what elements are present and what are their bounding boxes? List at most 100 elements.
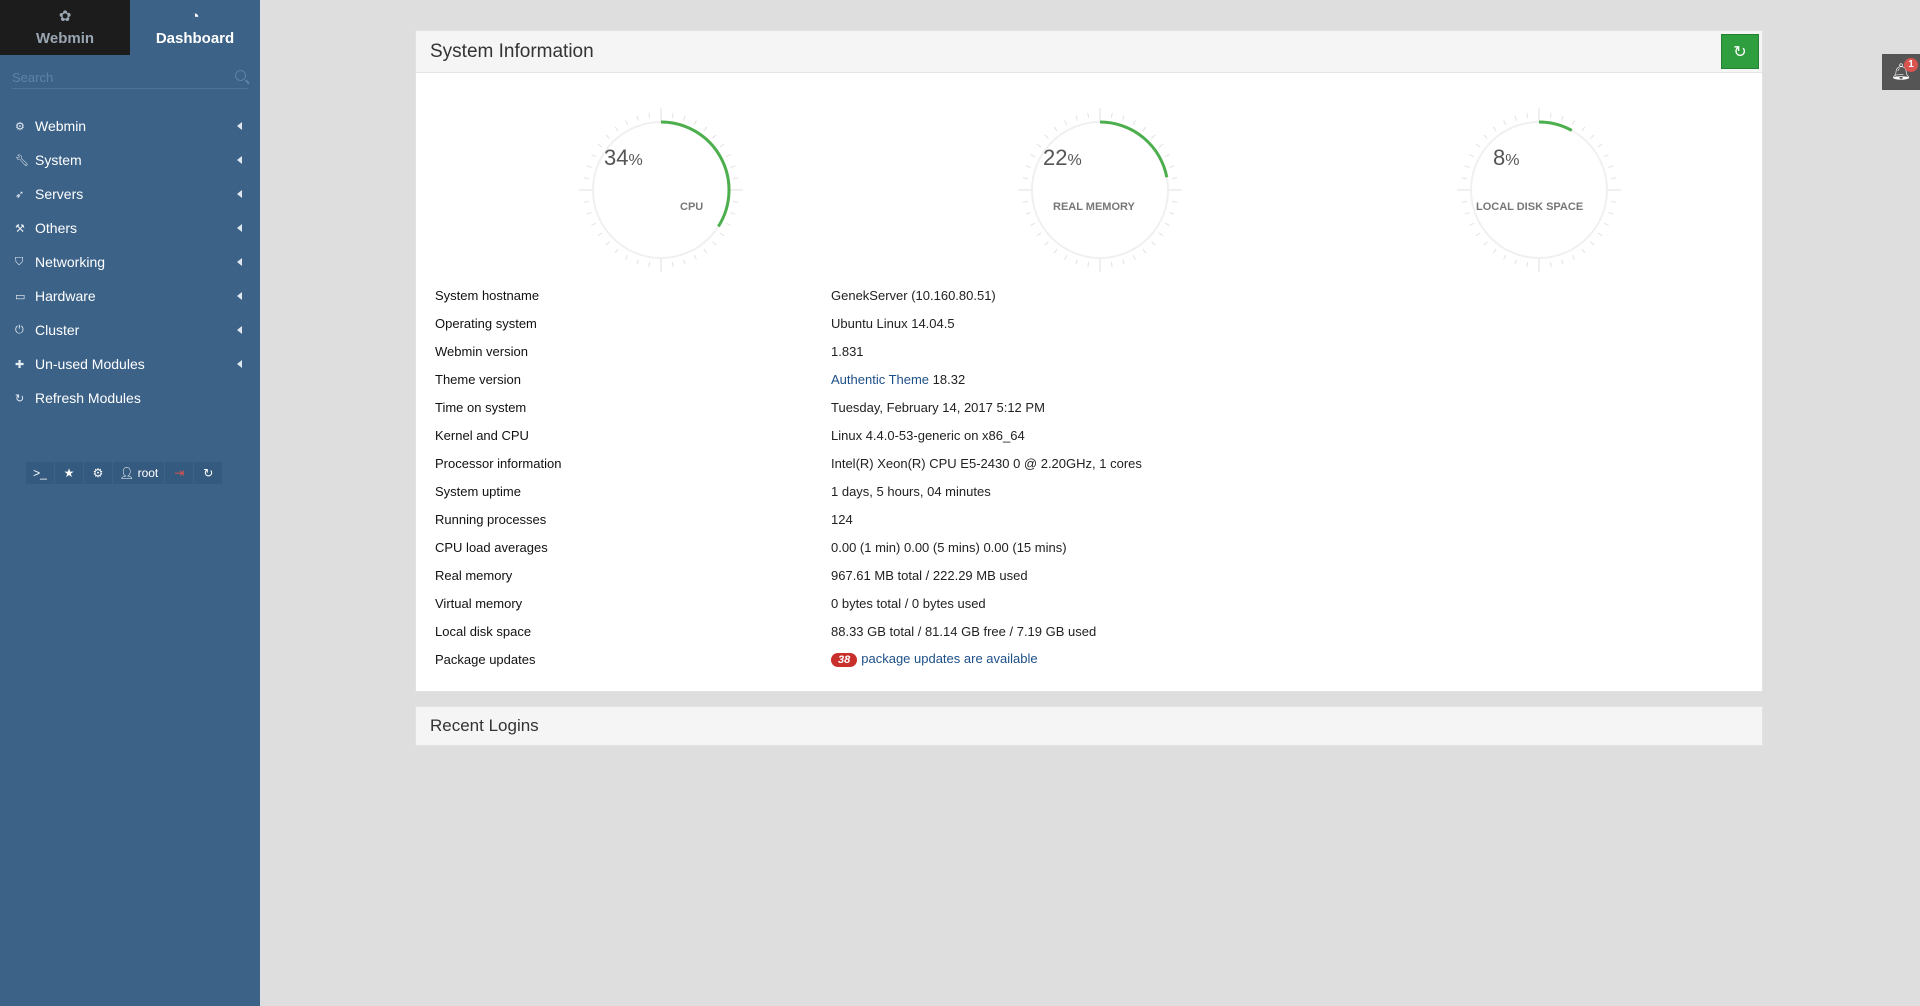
info-row-load: CPU load averages 0.00 (1 min) 0.00 (5 m… — [435, 533, 1762, 561]
gauge-tick — [1122, 259, 1125, 265]
gauge-tick — [583, 200, 589, 203]
gauge-tick — [1110, 262, 1113, 268]
sidebar-item-servers[interactable]: ➶ Servers — [0, 177, 260, 211]
gauge-value-arc — [1099, 120, 1169, 178]
terminal-button[interactable]: >_ — [26, 462, 54, 484]
search-icon[interactable] — [235, 70, 246, 81]
panel-title: System Information — [430, 40, 594, 62]
user-button[interactable]: 👤︎ root — [113, 462, 165, 484]
tab-dashboard[interactable]: ◔ Dashboard — [130, 0, 260, 55]
gauge-tick — [1036, 232, 1042, 237]
gauge-tick — [636, 259, 639, 265]
wrench-icon: 🔧︎ — [15, 154, 29, 167]
info-value: 0.00 (1 min) 0.00 (5 mins) 0.00 (15 mins… — [831, 539, 1067, 555]
gauge-tick — [1464, 212, 1470, 215]
cogs-icon: ⚙ — [92, 466, 104, 480]
gauge-tick — [1514, 259, 1517, 265]
tab-webmin[interactable]: ✿ Webmin — [0, 0, 130, 55]
panel-header: System Information ↻ — [416, 31, 1762, 73]
gauge-tick — [725, 222, 731, 226]
info-key: Running processes — [435, 511, 547, 527]
system-information-panel: System Information ↻ 34% CPU 22% REAL ME… — [415, 30, 1763, 692]
info-key: Package updates — [435, 651, 536, 667]
uptime-link[interactable]: 1 days, 5 hours, 04 minutes — [831, 484, 991, 499]
gauge-tick — [605, 241, 610, 246]
info-key: Virtual memory — [435, 595, 523, 611]
gauge-tick — [636, 115, 639, 121]
gauge-tick — [1526, 262, 1529, 268]
reload-button[interactable]: ↻ — [194, 462, 223, 484]
sidebar-menu: ⚙ Webmin 🔧︎ System ➶ Servers ⚒ Others ⛉ … — [0, 109, 260, 415]
gauge-tick — [712, 241, 717, 246]
gauge-tick — [703, 248, 708, 254]
gauge-tick — [1561, 259, 1564, 265]
sidebar-item-label: System — [35, 152, 82, 168]
info-row-time: Time on system Tuesday, February 14, 201… — [435, 393, 1762, 421]
sidebar-item-others[interactable]: ⚒ Others — [0, 211, 260, 245]
gauge-label: CPU — [680, 201, 704, 213]
power-icon: ⏻ — [15, 323, 24, 336]
gauge-tick — [671, 112, 674, 118]
package-updates-link[interactable]: package updates are available — [861, 651, 1037, 666]
sidebar-item-networking[interactable]: ⛉ Networking — [0, 245, 260, 279]
info-row-os: Operating system Ubuntu Linux 14.04.5 — [435, 309, 1762, 337]
gauge-tick — [1036, 143, 1042, 148]
gauge-tick — [1064, 254, 1068, 260]
gauge-value: 22% — [1043, 145, 1082, 170]
gauge-tick — [1590, 241, 1595, 246]
gauge-tick — [1514, 115, 1517, 121]
info-row-kernel: Kernel and CPU Linux 4.4.0-53-generic on… — [435, 421, 1762, 449]
gauge-tick — [1172, 200, 1178, 203]
gauge-tick — [1044, 134, 1049, 139]
info-row-processor: Processor information Intel(R) Xeon(R) C… — [435, 449, 1762, 477]
gauges: 34% CPU 22% REAL MEMORY 8% LOCAL DISK SP… — [416, 73, 1762, 273]
sidebar-toolbar: >_ ★ ⚙ 👤︎ root ⇥ ↻ — [26, 462, 223, 484]
recent-logins-panel[interactable]: Recent Logins — [415, 706, 1763, 746]
sidebar-item-system[interactable]: 🔧︎ System — [0, 143, 260, 177]
sidebar-item-cluster[interactable]: ⏻ Cluster — [0, 313, 260, 347]
gauge-value-arc — [1538, 120, 1573, 132]
notification-count-badge: 1 — [1904, 58, 1918, 72]
sidebar-item-webmin[interactable]: ⚙ Webmin — [0, 109, 260, 143]
favorites-button[interactable]: ★ — [55, 462, 83, 484]
gauge-tick — [1475, 232, 1481, 237]
caret-left-icon — [237, 258, 242, 266]
tab-webmin-label: Webmin — [35, 30, 95, 47]
logout-button[interactable]: ⇥ — [165, 462, 194, 484]
gauge-tick — [1053, 126, 1058, 132]
info-value: 88.33 GB total / 81.14 GB free / 7.19 GB… — [831, 623, 1097, 639]
terminal-icon: >_ — [33, 466, 47, 480]
info-key: Time on system — [435, 399, 527, 415]
gauge-label: LOCAL DISK SPACE — [1476, 201, 1584, 213]
sidebar-item-refresh-modules[interactable]: ↻ Refresh Modules — [0, 381, 260, 415]
caret-left-icon — [237, 122, 242, 130]
gauge-tick — [1597, 143, 1603, 148]
hdd-icon: ▭ — [15, 290, 26, 303]
sidebar-item-hardware[interactable]: ▭ Hardware — [0, 279, 260, 313]
theme-settings-button[interactable]: ⚙ — [84, 462, 112, 484]
info-row-virtual-memory: Virtual memory 0 bytes total / 0 bytes u… — [435, 589, 1762, 617]
refresh-icon: ↻ — [203, 466, 214, 480]
notifications-button[interactable]: 🔔︎ 1 — [1882, 54, 1920, 90]
tools-icon: ⚒ — [15, 222, 25, 235]
gauge-track — [1470, 121, 1608, 259]
logout-icon: ⇥ — [174, 466, 185, 480]
theme-link[interactable]: Authentic Theme — [831, 372, 929, 387]
gauge-tick — [1469, 154, 1475, 158]
caret-left-icon — [237, 190, 242, 198]
hostname-link[interactable]: GenekServer (10.160.80.51) — [831, 288, 996, 303]
info-key: Kernel and CPU — [435, 427, 529, 443]
processes-link[interactable]: 124 — [831, 512, 853, 527]
gauge-tick — [693, 120, 697, 126]
sidebar-item-unused-modules[interactable]: ✚ Un-used Modules — [0, 347, 260, 381]
gauge-tick — [586, 212, 592, 215]
time-link[interactable]: Tuesday, February 14, 2017 5:12 PM — [831, 400, 1045, 415]
info-key: System uptime — [435, 483, 521, 499]
user-icon: 👤︎ — [119, 466, 135, 480]
refresh-button[interactable]: ↻ — [1721, 34, 1759, 69]
info-row-real-memory: Real memory 967.61 MB total / 222.29 MB … — [435, 561, 1762, 589]
gauge-tick — [1549, 112, 1552, 118]
gauge-tick — [625, 254, 629, 260]
search-input[interactable] — [12, 67, 248, 87]
sidebar-item-label: Hardware — [35, 288, 96, 304]
